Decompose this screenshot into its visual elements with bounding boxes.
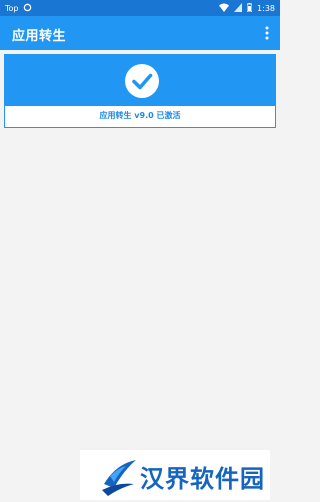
battery-icon <box>246 3 253 14</box>
more-vert-icon[interactable] <box>260 22 274 44</box>
clock: 1:38 <box>257 4 275 13</box>
app-title: 应用转生 <box>12 29 67 44</box>
check-circle-icon <box>125 64 159 98</box>
wifi-icon <box>219 3 230 14</box>
app-bar: 应用转生 <box>0 16 280 50</box>
watermark-text: 汉界软件园 <box>140 465 265 493</box>
watermark: 汉界软件园 <box>80 450 270 500</box>
activation-status-text: 应用转生 v9.0 已激活 <box>99 111 181 120</box>
sync-icon <box>23 3 32 14</box>
signal-icon <box>234 3 243 14</box>
carrier-label: Top <box>5 4 19 13</box>
status-banner <box>5 55 275 106</box>
status-bar: Top 1:38 <box>0 0 280 16</box>
activation-status-card: 应用转生 v9.0 已激活 <box>4 54 276 128</box>
watermark-logo <box>96 454 140 498</box>
